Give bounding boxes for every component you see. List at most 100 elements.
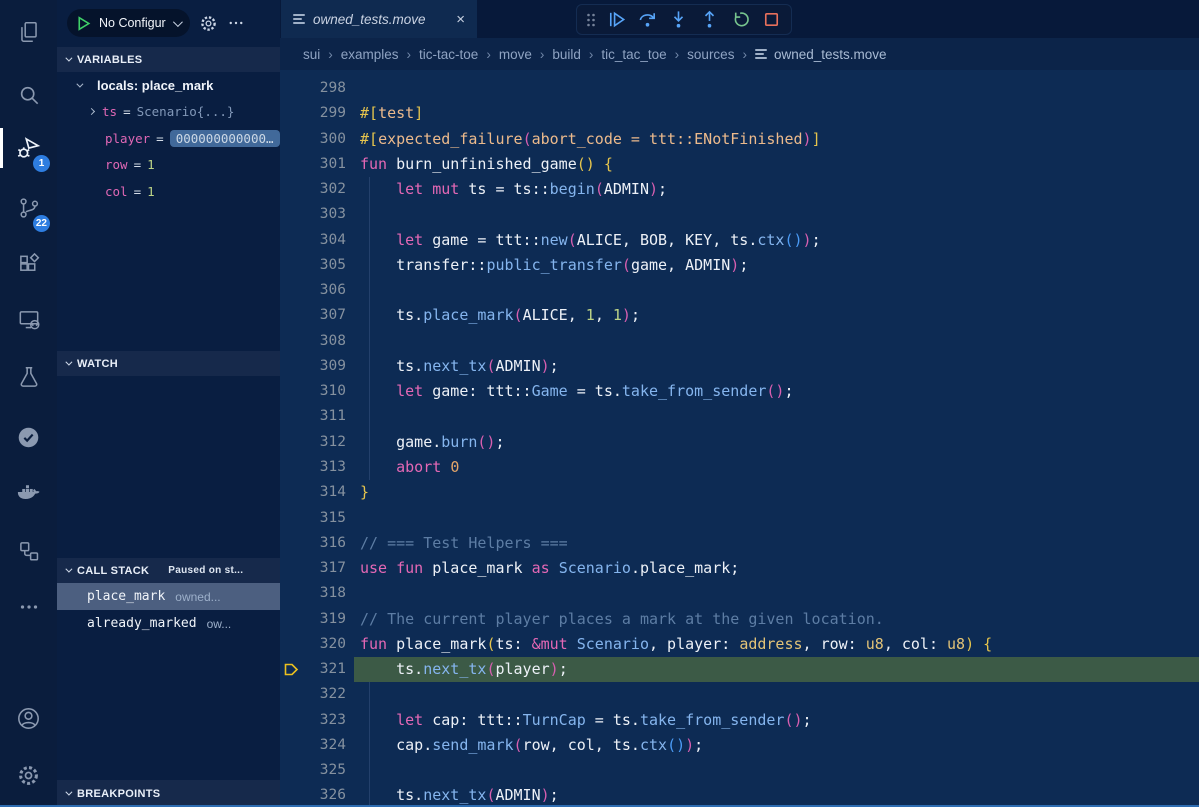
checks-icon[interactable] — [0, 412, 57, 462]
code-row-300[interactable]: 300#[expected_failure(abort_code = ttt::… — [280, 127, 1199, 152]
code-row-309[interactable]: 309 ts.next_tx(ADMIN); — [280, 354, 1199, 379]
line-number[interactable]: 316 — [280, 531, 354, 556]
line-number[interactable]: 314 — [280, 480, 354, 505]
variable-row-row[interactable]: row=1 — [57, 152, 280, 179]
code-row-303[interactable]: 303 — [280, 202, 1199, 227]
line-number[interactable]: 300 — [280, 127, 354, 152]
stop-button[interactable] — [756, 5, 787, 34]
line-number[interactable]: 320 — [280, 632, 354, 657]
line-number[interactable]: 310 — [280, 379, 354, 404]
code-row-320[interactable]: 320fun place_mark(ts: &mut Scenario, pla… — [280, 632, 1199, 657]
explorer-icon[interactable] — [0, 7, 57, 57]
tab-owned-tests-move[interactable]: owned_tests.move × — [281, 0, 477, 38]
line-number[interactable]: 319 — [280, 607, 354, 632]
line-number[interactable]: 302 — [280, 177, 354, 202]
code-row-305[interactable]: 305 transfer::public_transfer(game, ADMI… — [280, 253, 1199, 278]
line-number[interactable]: 315 — [280, 506, 354, 531]
line-number[interactable]: 313 — [280, 455, 354, 480]
source-control-icon[interactable]: 22 — [0, 183, 57, 233]
code-row-323[interactable]: 323 let cap: ttt::TurnCap = ts.take_from… — [280, 708, 1199, 733]
code-row-301[interactable]: 301fun burn_unfinished_game() { — [280, 152, 1199, 177]
code-row-315[interactable]: 315 — [280, 506, 1199, 531]
debug-settings-gear-icon[interactable] — [198, 13, 219, 34]
remote-explorer-icon[interactable] — [0, 295, 57, 345]
line-number[interactable]: 323 — [280, 708, 354, 733]
code-row-304[interactable]: 304 let game = ttt::new(ALICE, BOB, KEY,… — [280, 228, 1199, 253]
code-row-306[interactable]: 306 — [280, 278, 1199, 303]
line-number[interactable]: 318 — [280, 581, 354, 606]
code-row-322[interactable]: 322 — [280, 682, 1199, 707]
code-row-308[interactable]: 308 — [280, 329, 1199, 354]
variable-row-col[interactable]: col=1 — [57, 178, 280, 205]
line-number[interactable]: 325 — [280, 758, 354, 783]
account-icon[interactable] — [0, 693, 57, 743]
close-icon[interactable]: × — [456, 12, 465, 27]
line-number[interactable]: 311 — [280, 404, 354, 429]
code-row-316[interactable]: 316// === Test Helpers === — [280, 531, 1199, 556]
line-number[interactable]: 307 — [280, 303, 354, 328]
code-row-310[interactable]: 310 let game: ttt::Game = ts.take_from_s… — [280, 379, 1199, 404]
step-out-button[interactable] — [694, 5, 725, 34]
search-icon[interactable] — [0, 70, 57, 120]
breadcrumb-item[interactable]: sui — [303, 47, 320, 62]
call-stack-frame-already_marked[interactable]: already_markedow... — [57, 610, 280, 637]
code-row-312[interactable]: 312 game.burn(); — [280, 430, 1199, 455]
code-row-324[interactable]: 324 cap.send_mark(row, col, ts.ctx()); — [280, 733, 1199, 758]
testing-beaker-icon[interactable] — [0, 352, 57, 402]
line-number[interactable]: 303 — [280, 202, 354, 227]
code-row-307[interactable]: 307 ts.place_mark(ALICE, 1, 1); — [280, 303, 1199, 328]
references-icon[interactable] — [0, 526, 57, 576]
code-row-313[interactable]: 313 abort 0 — [280, 455, 1199, 480]
line-number[interactable]: 305 — [280, 253, 354, 278]
extensions-icon[interactable] — [0, 240, 57, 290]
line-number[interactable]: 301 — [280, 152, 354, 177]
continue-button[interactable] — [601, 5, 632, 34]
run-and-debug-icon[interactable]: 1 — [0, 123, 57, 173]
code-row-318[interactable]: 318 — [280, 581, 1199, 606]
variables-section-header[interactable]: VARIABLES — [57, 47, 280, 72]
start-debug-icon[interactable] — [75, 15, 92, 32]
variable-row-ts[interactable]: ts=Scenario{...} — [57, 99, 280, 126]
line-number[interactable]: 312 — [280, 430, 354, 455]
code-row-317[interactable]: 317use fun place_mark as Scenario.place_… — [280, 556, 1199, 581]
line-number[interactable]: 306 — [280, 278, 354, 303]
line-number[interactable]: 322 — [280, 682, 354, 707]
breadcrumb-item[interactable]: tic_tac_toe — [601, 47, 666, 62]
step-over-button[interactable] — [632, 5, 663, 34]
code-row-325[interactable]: 325 — [280, 758, 1199, 783]
code-editor[interactable]: 298299#[test]300#[expected_failure(abort… — [280, 70, 1199, 807]
line-number[interactable]: 299 — [280, 101, 354, 126]
docker-icon[interactable] — [0, 467, 57, 517]
breadcrumb-item[interactable]: tic-tac-toe — [419, 47, 478, 62]
line-number[interactable]: 326 — [280, 783, 354, 807]
code-row-298[interactable]: 298 — [280, 76, 1199, 101]
call-stack-section-header[interactable]: CALL STACK Paused on st... — [57, 558, 280, 583]
call-stack-frame-place_mark[interactable]: place_markowned... — [57, 583, 280, 610]
watch-section-header[interactable]: WATCH — [57, 351, 280, 376]
settings-gear-icon[interactable] — [0, 750, 57, 800]
line-number[interactable]: 298 — [280, 76, 354, 101]
sidebar-more-actions-icon[interactable] — [227, 14, 245, 32]
toolbar-drag-handle[interactable] — [581, 12, 601, 28]
breakpoints-section-header[interactable]: BREAKPOINTS — [57, 780, 280, 807]
restart-button[interactable] — [725, 5, 756, 34]
line-number[interactable]: 304 — [280, 228, 354, 253]
code-row-299[interactable]: 299#[test] — [280, 101, 1199, 126]
variable-row-player[interactable]: player=000000000000… — [57, 125, 280, 152]
launch-config-dropdown[interactable]: No Configur — [67, 9, 190, 37]
breadcrumb-file[interactable]: owned_tests.move — [755, 47, 887, 62]
line-number[interactable]: 321 — [280, 657, 354, 682]
breadcrumb-item[interactable]: sources — [687, 47, 734, 62]
breadcrumb-item[interactable]: move — [499, 47, 532, 62]
code-row-321[interactable]: 321 ts.next_tx(player); — [280, 657, 1199, 682]
line-number[interactable]: 309 — [280, 354, 354, 379]
step-into-button[interactable] — [663, 5, 694, 34]
line-number[interactable]: 324 — [280, 733, 354, 758]
variables-scope-row[interactable]: locals: place_mark — [57, 72, 280, 99]
code-row-314[interactable]: 314} — [280, 480, 1199, 505]
line-number[interactable]: 308 — [280, 329, 354, 354]
line-number[interactable]: 317 — [280, 556, 354, 581]
breadcrumb-item[interactable]: examples — [341, 47, 399, 62]
code-row-302[interactable]: 302 let mut ts = ts::begin(ADMIN); — [280, 177, 1199, 202]
breadcrumb-item[interactable]: build — [552, 47, 581, 62]
